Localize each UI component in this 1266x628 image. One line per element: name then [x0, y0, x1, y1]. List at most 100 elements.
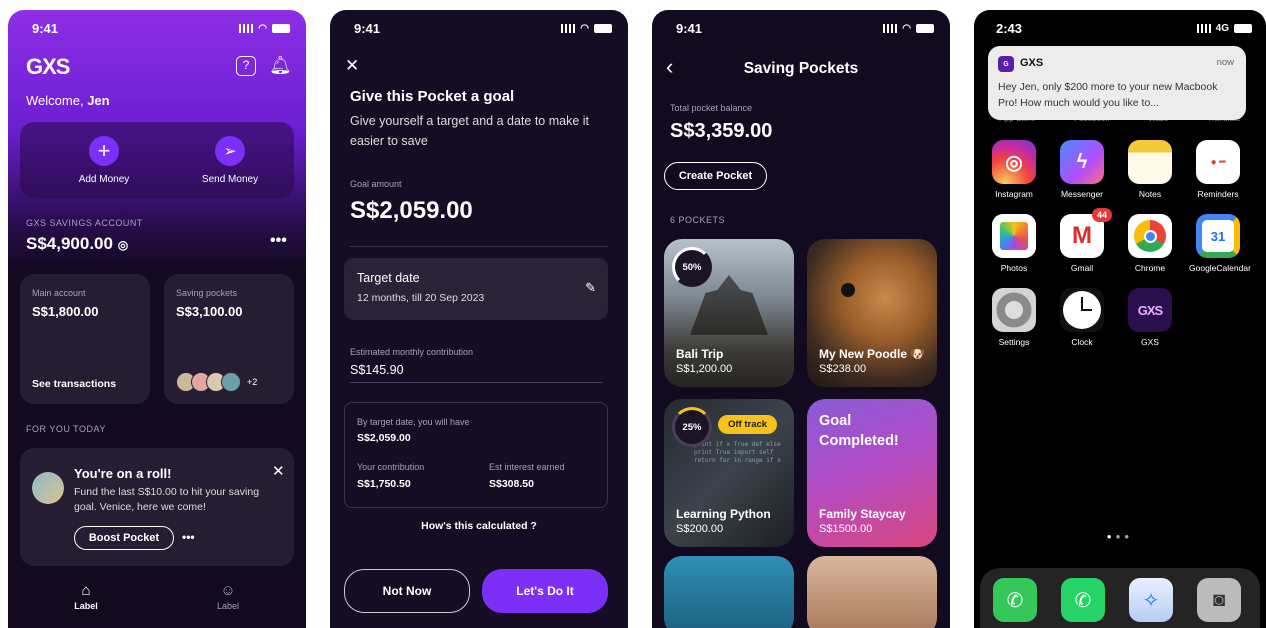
app-chrome[interactable]: Chrome: [1121, 214, 1179, 273]
more-count: +2: [247, 377, 258, 387]
interest-label: Est interest earned: [489, 462, 565, 472]
pocket-tile-poodle[interactable]: My New Poodle 🐶 S$238.00: [807, 239, 937, 387]
app-messenger[interactable]: ϟ Messenger: [1053, 140, 1111, 199]
code-texture: print if x True def else print True impo…: [694, 441, 781, 464]
lets-do-it-button[interactable]: Let's Do It: [482, 569, 608, 613]
battery-icon: [594, 23, 612, 33]
pocket-tile-bali[interactable]: 50% Bali Trip S$1,200.00: [664, 239, 794, 387]
signal-icon: [239, 23, 254, 33]
app-gmail[interactable]: M 44 Gmail: [1053, 208, 1112, 273]
whatsapp-icon[interactable]: ✆: [1061, 578, 1105, 622]
camera-icon[interactable]: ◙: [1197, 578, 1241, 622]
help-icon[interactable]: ?: [236, 56, 256, 76]
boost-pocket-button[interactable]: Boost Pocket: [74, 526, 174, 550]
app-google-calendar[interactable]: 31 GoogleCalendar: [1189, 214, 1251, 273]
wifi-icon: ◠: [580, 22, 589, 34]
bell-icon[interactable]: 🔔︎: [269, 55, 292, 76]
gxs-app-icon: G: [998, 56, 1014, 72]
notification-body: Hey Jen, only $200 more to your new Macb…: [998, 81, 1218, 109]
nav-item-home[interactable]: ⌂ Label: [64, 582, 108, 611]
safari-icon[interactable]: ✧: [1129, 578, 1173, 622]
goal-completed-label: Goal Completed!: [819, 413, 899, 449]
main-account-card[interactable]: Main account S$1,800.00 See transactions: [20, 274, 150, 404]
create-pocket-button[interactable]: Create Pocket: [664, 162, 767, 190]
profile-icon: ☺: [220, 582, 236, 599]
app-gxs[interactable]: GXS GXS: [1121, 288, 1179, 347]
home-icon: ⌂: [81, 582, 91, 599]
app-label: GoogleCalendar: [1189, 263, 1251, 273]
close-icon[interactable]: ✕: [272, 462, 285, 480]
bottom-nav: ⌂ Label ☺ Label: [8, 576, 306, 628]
send-money-button[interactable]: ➢ Send Money: [190, 136, 270, 185]
app-notes[interactable]: Notes: [1121, 140, 1179, 199]
phone-icon[interactable]: ✆: [993, 578, 1037, 622]
app-label: Notes: [1138, 189, 1162, 199]
goal-amount-label: Goal amount: [350, 179, 402, 189]
eye-icon[interactable]: ◎: [118, 238, 128, 252]
dog-eye: [841, 283, 855, 297]
notification-app: GXS: [1020, 57, 1044, 69]
signal-icon: [561, 23, 576, 33]
promo-card: You're on a roll! Fund the last S$10.00 …: [20, 448, 294, 566]
main-account-amount: S$1,800.00: [32, 304, 99, 319]
app-label: Chrome: [1134, 263, 1166, 273]
pocket-tile-diving[interactable]: [664, 556, 794, 628]
ios-home-screen: 2:43 4G App Store Facebook Waze Translat…: [974, 10, 1266, 628]
total-balance-label: Total pocket balance: [670, 103, 753, 113]
pocket-amount: S$200.00: [676, 523, 724, 535]
app-label: Gmail: [1070, 263, 1094, 273]
wifi-icon: ◠: [258, 22, 267, 34]
app-label: Reminders: [1197, 189, 1239, 199]
notification-time: now: [1216, 57, 1234, 68]
battery-icon: [916, 23, 934, 33]
promo-avatar: [32, 472, 64, 504]
see-transactions-link[interactable]: See transactions: [32, 378, 116, 390]
app-settings[interactable]: Settings: [985, 288, 1043, 347]
promo-more-icon[interactable]: •••: [182, 530, 195, 544]
reminders-icon: ● ━: [1196, 140, 1240, 184]
will-have-label: By target date, you will have: [357, 417, 470, 427]
add-money-button[interactable]: + Add Money: [64, 136, 144, 185]
for-you-heading: FOR YOU TODAY: [26, 424, 106, 434]
not-now-button[interactable]: Not Now: [344, 569, 470, 613]
promo-body: Fund the last S$10.00 to hit your saving…: [74, 486, 260, 513]
edit-icon[interactable]: ✎: [585, 280, 596, 296]
app-reminders[interactable]: ● ━ Reminders: [1189, 140, 1247, 199]
pocket-tile-python[interactable]: print if x True def else print True impo…: [664, 399, 794, 547]
nav-item-profile[interactable]: ☺ Label: [206, 582, 250, 611]
saving-pockets-amount: S$3,100.00: [176, 304, 243, 319]
pocket-avatars: +2: [176, 372, 257, 392]
account-balance: S$4,900.00 ◎: [26, 234, 128, 254]
status-bar: 9:41 ◠: [32, 20, 290, 36]
saving-pockets-card[interactable]: Saving pockets S$3,100.00 +2: [164, 274, 294, 404]
app-clock[interactable]: Clock: [1053, 288, 1111, 347]
pocket-tile-drinks[interactable]: [807, 556, 937, 628]
pocket-tile-staycay[interactable]: Goal Completed! Family Staycay S$1500.00: [807, 399, 937, 547]
total-balance-value: S$3,359.00: [670, 120, 773, 142]
battery-icon: [1234, 23, 1252, 33]
monthly-contribution-value[interactable]: S$145.90: [350, 363, 404, 377]
app-instagram[interactable]: ◎ Instagram: [985, 140, 1043, 199]
more-options-icon[interactable]: •••: [270, 232, 287, 250]
status-time: 9:41: [676, 20, 703, 36]
status-icons: ◠: [239, 23, 290, 34]
interest-value: S$308.50: [489, 478, 534, 490]
signal-icon: [883, 23, 898, 33]
progress-ring: 50%: [672, 247, 712, 287]
status-icons: ◠: [561, 23, 612, 34]
notes-icon: [1128, 140, 1172, 184]
how-calculated-link[interactable]: How's this calculated ?: [330, 520, 628, 532]
account-balance-value: S$4,900.00: [26, 234, 113, 253]
goal-amount-value[interactable]: S$2,059.00: [350, 197, 473, 225]
divider: [350, 382, 602, 383]
app-label: Settings: [998, 337, 1030, 347]
monthly-contribution-label: Estimated monthly contribution: [350, 347, 474, 357]
push-notification[interactable]: G GXS now Hey Jen, only $200 more to you…: [988, 46, 1246, 120]
target-date-field[interactable]: Target date 12 months, till 20 Sep 2023 …: [344, 258, 608, 320]
avatar: [221, 372, 241, 392]
close-icon[interactable]: ✕: [345, 56, 359, 76]
photos-icon: [992, 214, 1036, 258]
page-dots[interactable]: ●●●: [974, 532, 1266, 541]
clock-icon: [1060, 288, 1104, 332]
app-photos[interactable]: Photos: [985, 214, 1043, 273]
